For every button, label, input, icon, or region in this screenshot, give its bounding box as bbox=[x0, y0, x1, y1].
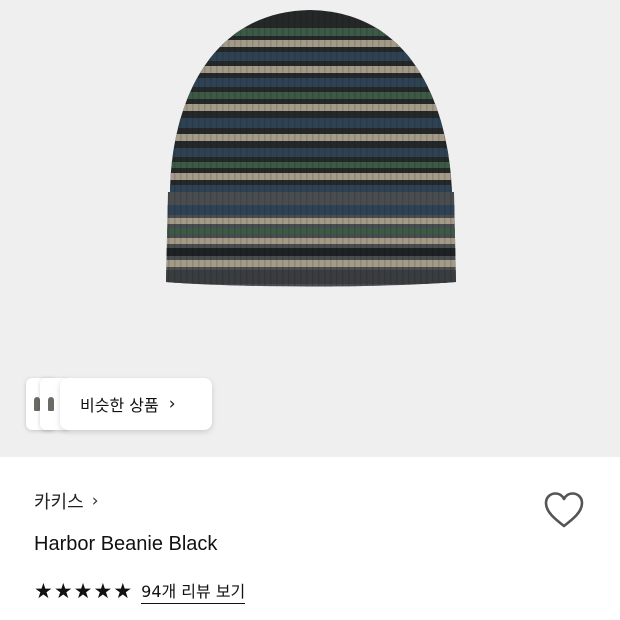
product-info: 카키스 › bbox=[34, 488, 586, 514]
product-title: Harbor Beanie Black bbox=[34, 533, 218, 555]
heart-icon[interactable] bbox=[543, 491, 585, 529]
star-rating: ★ ★ ★ ★ ★ bbox=[34, 580, 133, 602]
chevron-right-icon: › bbox=[91, 491, 99, 511]
star-icon: ★ bbox=[53, 579, 73, 603]
brand-name: 카키스 bbox=[34, 492, 84, 513]
star-icon: ★ bbox=[34, 579, 53, 603]
product-image-area[interactable]: 비슷한 상품 › bbox=[0, 0, 620, 457]
view-reviews-link[interactable]: 94개 리뷰 보기 bbox=[141, 578, 246, 604]
star-icon: ★ bbox=[93, 579, 113, 603]
star-icon: ★ bbox=[73, 579, 93, 603]
similar-products-button[interactable]: 비슷한 상품 › bbox=[60, 378, 212, 430]
brand-link[interactable]: 카키스 › bbox=[34, 488, 586, 514]
chevron-right-icon: › bbox=[168, 394, 176, 414]
similar-products-label: 비슷한 상품 bbox=[80, 396, 159, 415]
star-icon: ★ bbox=[113, 579, 133, 603]
rating-row: ★ ★ ★ ★ ★ 94개 리뷰 보기 bbox=[34, 578, 246, 604]
